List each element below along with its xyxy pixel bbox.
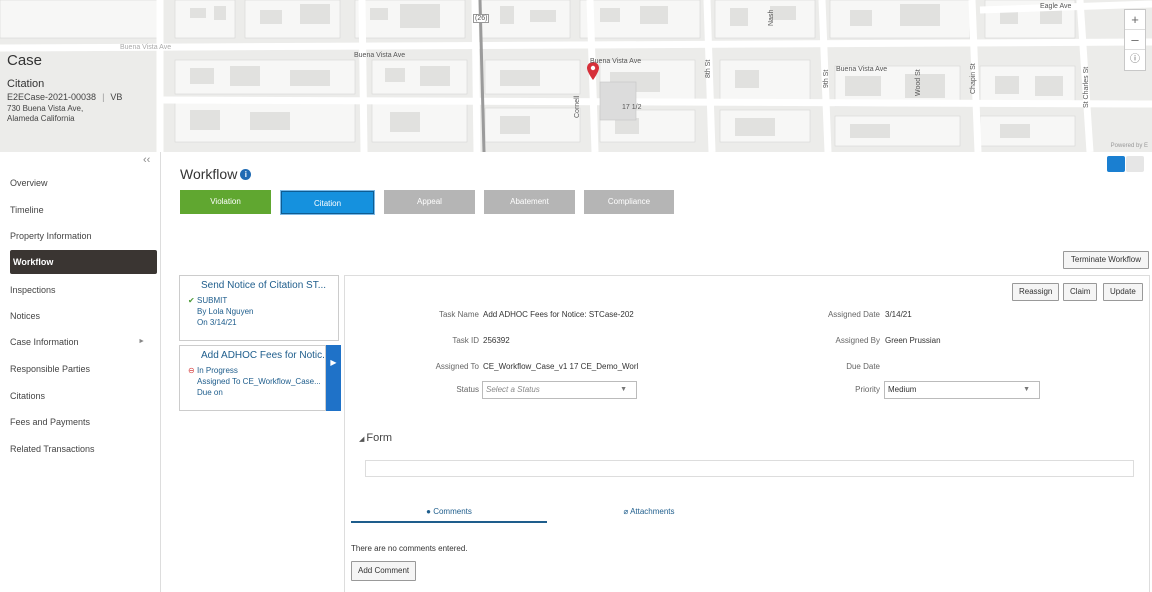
task-due: Due on (197, 388, 223, 397)
stage-violation[interactable]: Violation (180, 190, 271, 214)
check-circle-icon: ✔ (188, 296, 195, 305)
street-label: Buena Vista Ave (836, 66, 888, 73)
task-id-label: Task ID (452, 336, 479, 345)
assigned-date-value: 3/14/21 (885, 310, 912, 319)
case-header: Case Citation E2ECase-2021-00038 | VB 730 … (7, 52, 157, 124)
stage-abatement[interactable]: Abatement (484, 190, 575, 214)
sidebar-item-overview[interactable]: Overview (10, 171, 157, 195)
form-container (365, 460, 1134, 477)
task-status: In Progress (197, 366, 238, 375)
map-banner[interactable]: Buena Vista Ave Buena Vista Ave Buena Vi… (0, 0, 1152, 152)
update-button[interactable]: Update (1103, 283, 1143, 301)
no-comments-message: There are no comments entered. (351, 544, 468, 553)
case-title: Case (7, 52, 43, 69)
case-id-row: E2ECase-2021-00038 | VB (7, 92, 123, 102)
map-controls: + – ⓘ (1124, 9, 1146, 71)
task-card-title: Send Notice of Citation ST... (201, 280, 327, 291)
sidebar-item-property-information[interactable]: Property Information (10, 224, 157, 248)
info-icon[interactable]: ⓘ (1125, 50, 1145, 70)
sidebar-item-fees-and-payments[interactable]: Fees and Payments (10, 410, 157, 434)
task-submitted-by: By Lola Nguyen (197, 307, 254, 316)
tab-comments[interactable]: ● Comments (351, 503, 547, 523)
sidebar-item-timeline[interactable]: Timeline (10, 198, 157, 222)
street-label: Chapin St (970, 63, 977, 94)
street-label: Buena Vista Ave (120, 44, 172, 51)
in-progress-icon: ⊖ (188, 366, 195, 375)
sidebar-item-citations[interactable]: Citations (10, 384, 157, 408)
chevron-down-icon: ▼ (620, 386, 627, 393)
stage-compliance[interactable]: Compliance (584, 190, 674, 214)
street-label: Buena Vista Ave (354, 52, 406, 59)
page-title: Workflow i (180, 166, 252, 182)
zoom-in-button[interactable]: + (1125, 10, 1145, 30)
task-date: On 3/14/21 (197, 318, 237, 327)
task-id-value: 256392 (483, 336, 510, 345)
chevron-down-icon: ▼ (1023, 386, 1030, 393)
task-card-title: Add ADHOC Fees for Notic... (201, 350, 325, 361)
stage-citation[interactable]: Citation (280, 190, 375, 215)
task-card-add-adhoc-fees[interactable]: Add ADHOC Fees for Notic... ⊖ In Progress… (179, 345, 326, 411)
sidebar-item-case-information[interactable]: Case Information ► (10, 330, 157, 354)
collapse-sidebar-button[interactable]: ‹‹ (143, 154, 150, 166)
add-comment-button[interactable]: Add Comment (351, 561, 417, 581)
view-toggle (1106, 156, 1144, 172)
assigned-to-label: Assigned To (435, 362, 479, 371)
street-label: 17 1/2 (622, 104, 642, 111)
map-attribution: Powered by E (1110, 143, 1148, 149)
map-canvas (0, 0, 1152, 152)
street-label: Wood St (915, 69, 922, 96)
street-label: Buena Vista Ave (590, 58, 642, 65)
workflow-view-button[interactable] (1107, 156, 1125, 172)
list-view-button[interactable] (1126, 156, 1144, 172)
expand-caret-icon: ► (138, 338, 145, 345)
sidebar: ‹‹ Overview Timeline Property Informatio… (0, 152, 161, 592)
tab-attachments[interactable]: ⌀ Attachments (551, 503, 747, 523)
assigned-by-label: Assigned By (835, 336, 880, 345)
paperclip-icon: ⌀ (623, 507, 629, 516)
street-label: 8th St (705, 59, 712, 78)
case-id: E2ECase-2021-00038 (7, 92, 97, 102)
claim-button[interactable]: Claim (1063, 283, 1098, 301)
status-select[interactable]: Select a Status ▼ (482, 381, 637, 399)
street-label: St Charles St (1083, 66, 1090, 108)
sidebar-item-workflow[interactable]: Workflow (10, 250, 157, 274)
due-date-label: Due Date (846, 362, 880, 371)
sidebar-item-inspections[interactable]: Inspections (10, 278, 157, 302)
priority-label: Priority (855, 385, 880, 394)
assigned-by-value: Green Prussian (885, 336, 941, 345)
form-title: Form (366, 432, 393, 444)
task-status: SUBMIT (197, 296, 228, 305)
collapse-triangle-icon: ◢ (359, 436, 365, 443)
form-section-toggle[interactable]: ◢ Form (359, 432, 392, 444)
comment-icon: ● (426, 507, 431, 516)
task-assigned-to: Assigned To CE_Workflow_Case... (197, 377, 321, 386)
sidebar-item-responsible-parties[interactable]: Responsible Parties (10, 357, 157, 381)
street-label: Nash (768, 9, 775, 26)
assigned-date-label: Assigned Date (827, 310, 880, 319)
case-address: 730 Buena Vista Ave, Alameda California (7, 104, 157, 124)
status-label: Status (456, 385, 479, 394)
street-label: Eagle Ave (1040, 3, 1072, 10)
selected-arrow-icon: ▶ (326, 345, 341, 411)
task-name-value: Add ADHOC Fees for Notice: STCase-202 (483, 310, 634, 319)
stage-appeal[interactable]: Appeal (384, 190, 475, 214)
assigned-to-value: CE_Workflow_Case_v1 17 CE_Demo_Worl (483, 362, 639, 371)
address-line-1: 730 Buena Vista Ave, (7, 104, 84, 113)
reassign-button[interactable]: Reassign (1012, 283, 1060, 301)
sidebar-item-related-transactions[interactable]: Related Transactions (10, 437, 157, 461)
address-line-2: Alameda California (7, 114, 75, 123)
priority-select[interactable]: Medium ▼ (884, 381, 1040, 399)
sidebar-item-label: Case Information (10, 337, 79, 347)
task-name-label: Task Name (438, 310, 479, 319)
task-card-send-notice[interactable]: Send Notice of Citation ST... ✔ SUBMIT By… (179, 275, 339, 341)
highway-shield: (26) (473, 14, 490, 23)
case-code: VB (110, 92, 123, 102)
zoom-out-button[interactable]: – (1125, 30, 1145, 50)
street-label: Cornell (574, 95, 581, 118)
sidebar-item-notices[interactable]: Notices (10, 304, 157, 328)
info-icon[interactable]: i (240, 169, 252, 180)
case-type: Citation (7, 78, 45, 90)
terminate-workflow-button[interactable]: Terminate Workflow (1062, 251, 1149, 269)
street-label: 9th St (823, 69, 830, 88)
